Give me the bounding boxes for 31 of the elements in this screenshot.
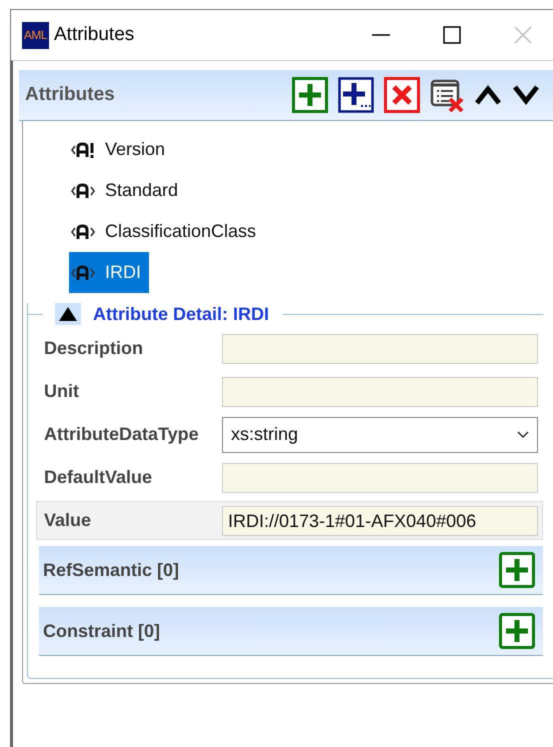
- section-header[interactable]: RefSemantic [0]: [39, 546, 543, 595]
- field-label: Description: [44, 338, 144, 359]
- input-field[interactable]: IRDI://0173-1#01-AFX040#006: [222, 506, 538, 536]
- maximize-icon[interactable]: [442, 25, 462, 45]
- add-icon[interactable]: [499, 552, 535, 588]
- add-icon[interactable]: [292, 77, 328, 113]
- section-title: Constraint [0]: [43, 620, 160, 642]
- field-label: DefaultValue: [44, 467, 154, 488]
- collapse-toggle-icon[interactable]: [55, 303, 81, 325]
- delete-icon[interactable]: [384, 77, 420, 113]
- section-header[interactable]: Constraint [0]: [39, 607, 543, 656]
- add-more-icon[interactable]: [338, 77, 374, 113]
- tree-item[interactable]: ClassificationClass: [69, 211, 264, 252]
- chevron-down-icon: [517, 430, 529, 438]
- panel-title: Attributes: [25, 84, 115, 106]
- tree-item[interactable]: IRDI: [69, 252, 149, 293]
- input-field[interactable]: [222, 334, 538, 364]
- tree-item[interactable]: Standard: [69, 170, 186, 211]
- clear-list-icon[interactable]: [430, 78, 464, 112]
- tree-item[interactable]: Version: [69, 129, 174, 170]
- app-logo: AML: [22, 22, 49, 48]
- data-type-dropdown[interactable]: xs:string: [222, 416, 538, 452]
- detail-title: Attribute Detail: IRDI: [93, 304, 270, 324]
- field-label: Value: [44, 510, 92, 531]
- input-field[interactable]: [222, 376, 538, 406]
- add-icon[interactable]: [499, 613, 535, 649]
- input-field[interactable]: [222, 462, 538, 492]
- field-label: Unit: [44, 381, 80, 402]
- window-title: Attributes: [54, 24, 134, 46]
- field-label: AttributeDataType: [44, 424, 200, 445]
- section-title: RefSemantic [0]: [43, 560, 180, 580]
